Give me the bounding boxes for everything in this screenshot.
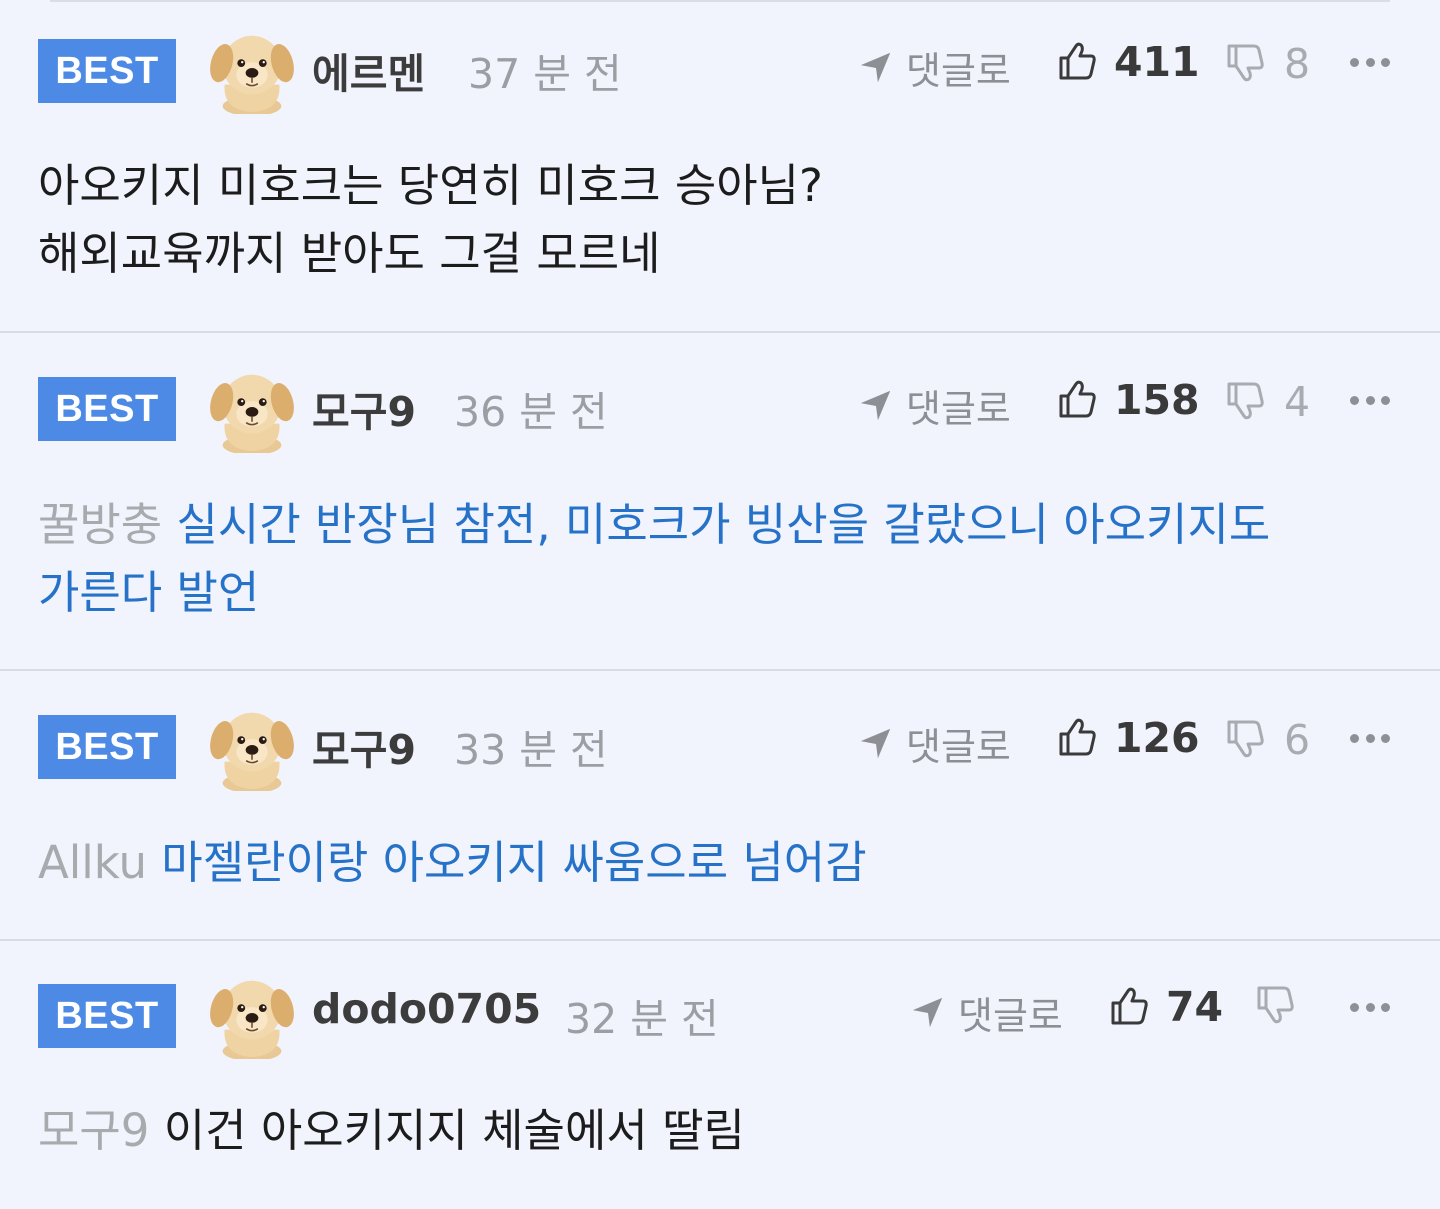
reply-label: 댓글로: [906, 49, 1011, 93]
like-count: 126: [1114, 714, 1200, 762]
send-arrow-icon: [860, 52, 891, 82]
mention-username[interactable]: Allku: [38, 836, 147, 889]
more-dots-icon[interactable]: [1350, 997, 1390, 1017]
best-badge: BEST: [38, 39, 176, 103]
best-badge: BEST: [38, 984, 176, 1048]
puppy-avatar[interactable]: [208, 969, 296, 1059]
dislike-count: 6: [1284, 716, 1311, 764]
comment-line: 이건 아오키지지 체술에서 딸림: [163, 1104, 745, 1157]
comment-text: Allku 마젤란이랑 아오키지 싸움으로 넘어감: [38, 829, 1380, 897]
comment-text: 아오키지 미호크는 당연히 미호크 승아님? 해외교육까지 받아도 그걸 모르네: [38, 152, 1380, 288]
like-button[interactable]: 126: [1056, 714, 1200, 762]
comment-line: 해외교육까지 받아도 그걸 모르네: [38, 227, 661, 280]
author-name[interactable]: 에르멘: [312, 40, 425, 100]
best-badge: BEST: [38, 377, 176, 441]
thumbs-down-icon: [1227, 44, 1264, 82]
dislike-button[interactable]: 8: [1224, 40, 1310, 88]
like-count: 74: [1166, 983, 1224, 1031]
thumbs-up-icon: [1111, 987, 1148, 1025]
mention-username[interactable]: 모구9: [38, 1104, 149, 1157]
reply-button[interactable]: 댓글로: [910, 985, 1063, 1040]
comment-time: 37 분 전: [468, 50, 622, 98]
best-badge: BEST: [38, 715, 176, 779]
dislike-count: 4: [1284, 378, 1311, 426]
more-dots-icon[interactable]: [1350, 728, 1390, 748]
comment-line: 마젤란이랑 아오키지 싸움으로 넘어감: [161, 836, 867, 889]
thumbs-up-icon: [1059, 380, 1096, 418]
thumbs-down-icon: [1227, 382, 1264, 420]
thumbs-down-icon: [1257, 986, 1294, 1024]
puppy-avatar[interactable]: [208, 701, 296, 791]
comment-line: 가른다 발언: [38, 566, 260, 619]
send-arrow-icon: [860, 390, 891, 420]
thumbs-down-icon: [1227, 720, 1264, 758]
like-button[interactable]: 74: [1108, 983, 1223, 1031]
reply-button[interactable]: 댓글로: [858, 40, 1011, 95]
dislike-button[interactable]: 4: [1224, 378, 1310, 426]
thumbs-up-icon: [1059, 42, 1096, 80]
author-name[interactable]: 모구9: [312, 378, 416, 438]
comment-line: 실시간 반장님 참전, 미호크가 빙산을 갈랐으니 아오키지도: [176, 498, 1271, 551]
puppy-avatar[interactable]: [208, 24, 296, 114]
comment-text: 꿀방충 실시간 반장님 참전, 미호크가 빙산을 갈랐으니 아오키지도 가른다 …: [38, 491, 1380, 627]
thumbs-up-icon: [1059, 718, 1096, 756]
puppy-avatar[interactable]: [208, 363, 296, 453]
comment-time: 33 분 전: [454, 726, 608, 774]
dislike-button[interactable]: 6: [1224, 716, 1310, 764]
comment-text: 모구9 이건 아오키지지 체술에서 딸림: [38, 1097, 1380, 1165]
comment-item: BEST dodo0705 32 분 전 댓글로 74 모구9 이건 아오키지지…: [0, 941, 1440, 1209]
comment-item: BEST 모구9 36 분 전 댓글로 158 4 꿀방충 실시간 반장님 참전…: [0, 333, 1440, 671]
more-dots-icon[interactable]: [1350, 390, 1390, 410]
author-name[interactable]: dodo0705: [312, 985, 541, 1033]
like-button[interactable]: 411: [1056, 38, 1200, 86]
comment-item: BEST 에르멘 37 분 전 댓글로 411 8 아오키지 미호크는 당연히 …: [0, 0, 1440, 333]
more-dots-icon[interactable]: [1350, 52, 1390, 72]
comment-time: 32 분 전: [565, 995, 719, 1043]
reply-label: 댓글로: [906, 387, 1011, 431]
send-arrow-icon: [860, 728, 891, 758]
dislike-button[interactable]: [1254, 985, 1314, 1027]
like-button[interactable]: 158: [1056, 376, 1200, 424]
reply-button[interactable]: 댓글로: [858, 716, 1011, 771]
like-count: 411: [1114, 38, 1200, 86]
reply-label: 댓글로: [958, 994, 1063, 1038]
reply-button[interactable]: 댓글로: [858, 378, 1011, 433]
like-count: 158: [1114, 376, 1200, 424]
mention-username[interactable]: 꿀방충: [38, 498, 162, 551]
dislike-count: 8: [1284, 40, 1311, 88]
comment-time: 36 분 전: [454, 388, 608, 436]
reply-label: 댓글로: [906, 725, 1011, 769]
comment-line: 아오키지 미호크는 당연히 미호크 승아님?: [38, 159, 823, 212]
comment-item: BEST 모구9 33 분 전 댓글로 126 6 Allku 마젤란이랑 아오…: [0, 671, 1440, 941]
author-name[interactable]: 모구9: [312, 716, 416, 776]
send-arrow-icon: [912, 997, 943, 1027]
